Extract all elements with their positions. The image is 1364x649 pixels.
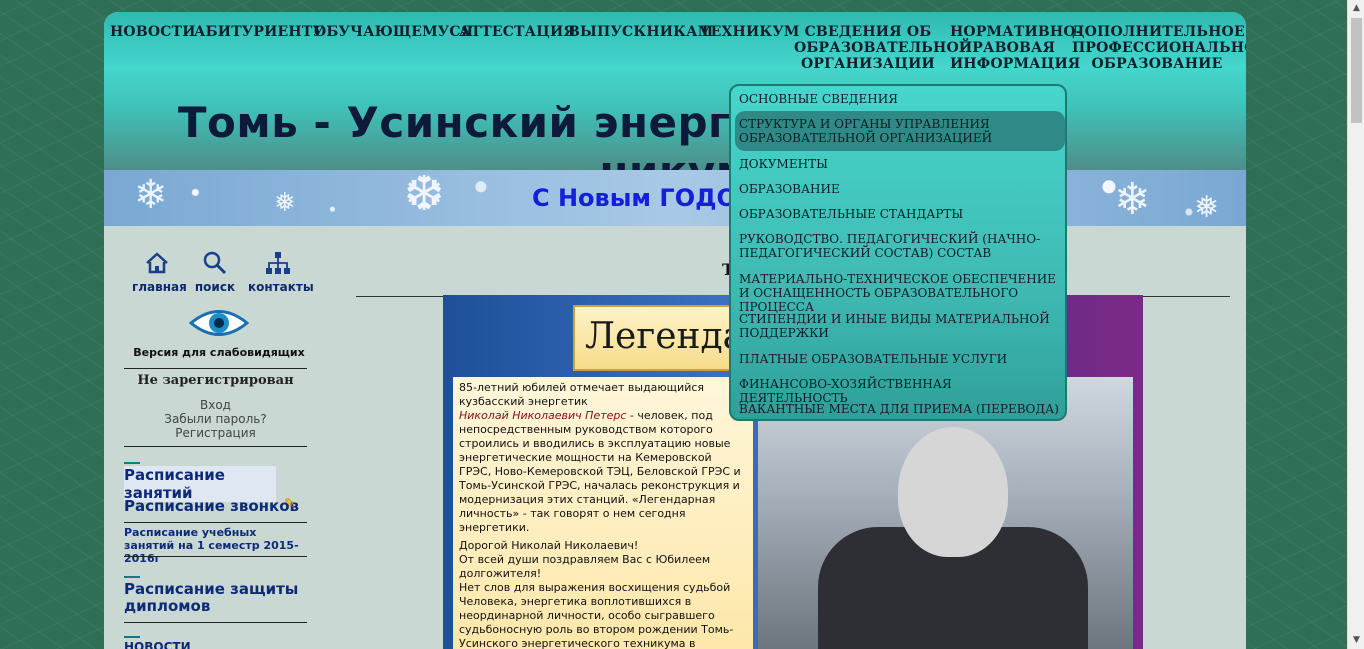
forgot-password-link[interactable]: Забыли пароль? (124, 412, 307, 426)
contacts-link-label: контакты (248, 280, 314, 294)
divider (124, 446, 307, 447)
eye-icon (188, 310, 250, 336)
link-dash (124, 636, 140, 638)
poster-congrats: От всей души поздравляем Вас с Юбилеем д… (459, 553, 711, 580)
dropdown-item-basic-info[interactable]: ОСНОВНЫЕ СВЕДЕНИЯ (739, 92, 1061, 106)
search-icon (203, 251, 227, 275)
top-navigation: НОВОСТИ АБИТУРИЕНТУ ОБУЧАЮЩЕМУСЯ АТТЕСТА… (104, 24, 1246, 76)
portrait-head (898, 427, 1008, 557)
poster-body: Нет слов для выражения восхищения судьбо… (459, 581, 734, 649)
poster-greeting: Дорогой Николай Николаевич! (459, 539, 639, 552)
nav-item-legal-info[interactable]: НОРМАТИВНО-ПРАВОВАЯ ИНФОРМАЦИЯ (950, 24, 1082, 72)
nav-item-technikum[interactable]: ТЕХНИКУМ (700, 24, 799, 40)
accessibility-version-link[interactable]: Версия для слабовидящих (124, 306, 314, 359)
divider (124, 368, 307, 369)
side-link-bells[interactable]: Расписание звонков (124, 497, 307, 515)
dropdown-item-vacancies[interactable]: ВАКАНТНЫЕ МЕСТА ДЛЯ ПРИЕМА (ПЕРЕВОДА) (739, 402, 1061, 416)
dropdown-item-education[interactable]: ОБРАЗОВАНИЕ (739, 182, 1061, 196)
poster-intro: 85-летний юбилей отмечает выдающийся куз… (459, 381, 747, 535)
divider (124, 522, 307, 523)
dropdown-item-structure[interactable]: СТРУКТУРА И ОРГАНЫ УПРАВЛЕНИЯ ОБРАЗОВАТЕ… (739, 117, 1061, 145)
link-dash (124, 462, 140, 464)
dropdown-item-paid-services[interactable]: ПЛАТНЫЕ ОБРАЗОВАТЕЛЬНЫЕ УСЛУГИ (739, 352, 1061, 366)
nav-item-org-info[interactable]: СВЕДЕНИЯ ОБ ОБРАЗОВАТЕЛЬНОЙ ОРГАНИЗАЦИИ (794, 24, 972, 72)
scroll-down-arrow-icon[interactable]: ▼ (1348, 632, 1364, 649)
search-link-label: поиск (194, 280, 236, 294)
snowflake-icon: ❄ (134, 172, 168, 218)
link-dash (124, 576, 140, 578)
dropdown-item-documents[interactable]: ДОКУМЕНТЫ (739, 157, 1061, 171)
pencil-icon: ✎ (284, 496, 296, 512)
poster-bio: - человек, под непосредственным руководс… (459, 409, 741, 534)
dropdown-item-leadership[interactable]: РУКОВОДСТВО. ПЕДАГОГИЧЕСКИЙ (НАЧНО-ПЕДАГ… (739, 232, 1061, 260)
snowflake-icon: ❅ (1194, 190, 1220, 225)
poster-intro-line: 85-летний юбилей отмечает выдающийся куз… (459, 381, 705, 408)
contacts-link[interactable]: контакты (248, 250, 314, 294)
new-year-banner: ❄ ❅ ❆ ❄ ❅ С Новым ГОДО (104, 166, 1246, 226)
page-scrollbar[interactable]: ▲ ▼ (1347, 0, 1364, 649)
scroll-up-arrow-icon[interactable]: ▲ (1348, 0, 1364, 17)
nav-item-applicants[interactable]: АБИТУРИЕНТУ (194, 24, 324, 40)
sidebar: главная поиск контакты Версия для слабов… (104, 226, 334, 649)
nav-item-graduates[interactable]: ВЫПУСКНИКАМ (568, 24, 713, 40)
login-status: Не зарегистрирован (137, 373, 294, 388)
banner-greeting: С Новым ГОДО (532, 184, 737, 212)
snowflake-icon: ❅ (274, 188, 296, 218)
sitemap-icon (266, 252, 290, 274)
poster-text: 85-летний юбилей отмечает выдающийся куз… (453, 377, 753, 649)
accessibility-label: Версия для слабовидящих (133, 346, 305, 359)
poster-greeting-block: Дорогой Николай Николаевич! От всей души… (459, 539, 747, 649)
home-link[interactable]: главная (132, 250, 187, 294)
snowflake-icon: ❆ (404, 166, 445, 222)
nav-item-students[interactable]: ОБУЧАЮЩЕМУСЯ (314, 24, 473, 40)
divider (124, 556, 307, 557)
side-link-diploma-defense[interactable]: Расписание защиты дипломов (124, 581, 307, 615)
divider (124, 622, 307, 623)
nav-item-news[interactable]: НОВОСТИ (110, 24, 195, 40)
dropdown-item-finance[interactable]: ФИНАНСОВО-ХОЗЯЙСТВЕННАЯ ДЕЯТЕЛЬНОСТЬ (739, 377, 1061, 405)
dropdown-item-facilities[interactable]: МАТЕРИАЛЬНО-ТЕХНИЧЕСКОЕ ОБЕСПЕЧЕНИЕ И ОС… (739, 272, 1061, 314)
snowflake-icon: ❄ (1114, 174, 1151, 225)
nav-item-attestation[interactable]: АТТЕСТАЦИЯ (459, 24, 576, 40)
dropdown-item-scholarships[interactable]: СТИПЕНДИИ И ИНЫЕ ВИДЫ МАТЕРИАЛЬНОЙ ПОДДЕ… (739, 312, 1061, 340)
home-icon (146, 252, 168, 274)
dropdown-item-standards[interactable]: ОБРАЗОВАТЕЛЬНЫЕ СТАНДАРТЫ (739, 207, 1061, 221)
nav-item-additional-education[interactable]: ДОПОЛНИТЕЛЬНОЕ ПРОФЕССИОНАЛЬНОЕ ОБРАЗОВА… (1072, 24, 1246, 72)
register-link[interactable]: Регистрация (124, 426, 307, 440)
org-info-dropdown: ОСНОВНЫЕ СВЕДЕНИЯ СТРУКТУРА И ОРГАНЫ УПР… (729, 84, 1067, 421)
search-link[interactable]: поиск (190, 250, 240, 294)
login-link[interactable]: Вход (124, 398, 307, 412)
poster-person-name: Николай Николаевич Петерс (459, 409, 627, 422)
side-link-semester-schedule[interactable]: Расписание учебных занятий на 1 семестр … (124, 526, 307, 565)
side-link-news[interactable]: НОВОСТИ (124, 640, 307, 649)
scrollbar-thumb[interactable] (1351, 18, 1362, 123)
header: НОВОСТИ АБИТУРИЕНТУ ОБУЧАЮЩЕМУСЯ АТТЕСТА… (104, 12, 1246, 196)
home-link-label: главная (132, 280, 187, 294)
page-container: НОВОСТИ АБИТУРИЕНТУ ОБУЧАЮЩЕМУСЯ АТТЕСТА… (104, 12, 1246, 649)
